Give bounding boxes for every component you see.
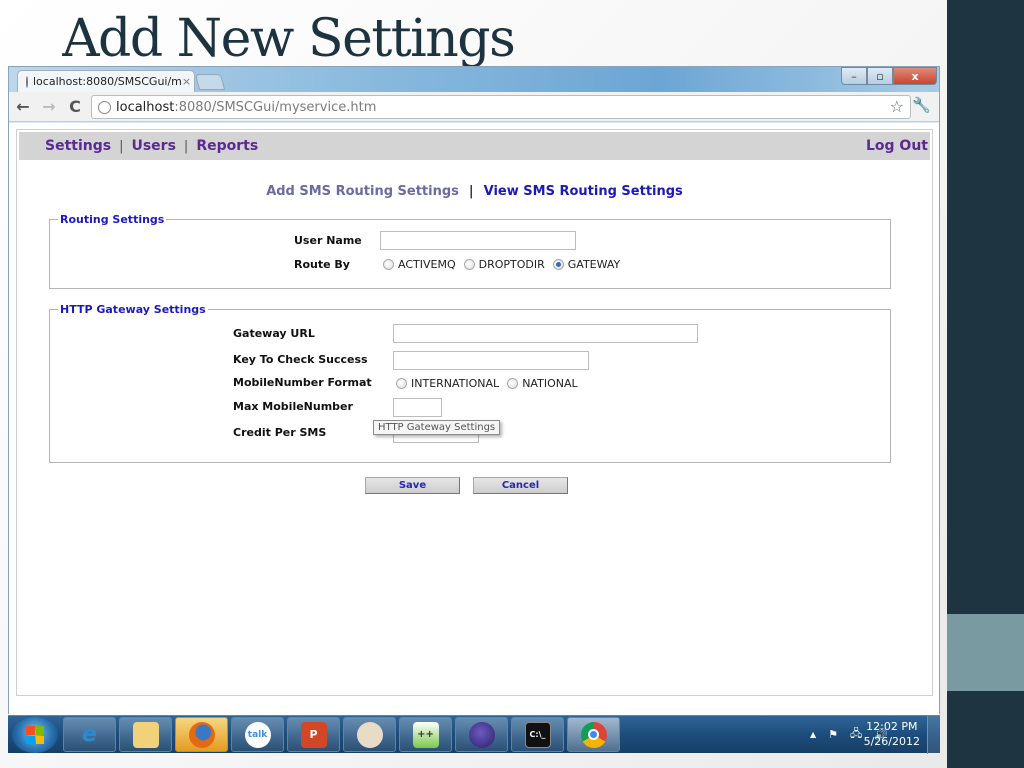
route-by-activemq[interactable]: ACTIVEMQ (383, 258, 456, 271)
tab-title: localhost:8080/SMSCGui/m (33, 75, 182, 88)
page-info-icon[interactable] (98, 100, 111, 114)
action-center-flag-icon[interactable]: ⚑ (828, 728, 838, 741)
maximize-button[interactable]: ▫ (867, 67, 893, 85)
taskbar-command-prompt[interactable]: C:\_ (511, 717, 564, 752)
notepad-plus-plus-icon: ++ (412, 721, 439, 748)
page-frame: Settings | Users | Reports Log Out Add S… (16, 129, 933, 696)
close-window-button[interactable]: x (893, 67, 937, 85)
menu-reports[interactable]: Reports (196, 138, 258, 154)
taskbar-google-talk[interactable]: talk (231, 717, 284, 752)
gateway-url-label: Gateway URL (233, 327, 315, 340)
user-name-input[interactable] (380, 231, 576, 250)
routing-settings-legend: Routing Settings (60, 213, 165, 226)
network-icon[interactable]: 🖧 (850, 725, 862, 744)
taskbar-chrome[interactable] (567, 717, 620, 752)
menu-separator: | (183, 138, 189, 154)
reload-button[interactable]: C (65, 97, 85, 116)
firefox-icon (188, 721, 215, 748)
cancel-button[interactable]: Cancel (473, 477, 568, 494)
subnav-separator: | (468, 184, 474, 199)
mobile-format-label: MobileNumber Format (233, 376, 372, 389)
route-by-radio-group: ACTIVEMQ DROPTODIR GATEWAY (383, 258, 628, 271)
chrome-icon (580, 721, 607, 748)
taskbar-paint[interactable] (343, 717, 396, 752)
credit-per-sms-label: Credit Per SMS (233, 426, 327, 439)
menu-users[interactable]: Users (131, 138, 175, 154)
paint-palette-icon (356, 721, 383, 748)
taskbar-powerpoint[interactable]: P (287, 717, 340, 752)
slide-title: Add New Settings (62, 9, 515, 69)
browser-tab[interactable]: localhost:8080/SMSCGui/m × (17, 70, 195, 92)
clock-time: 12:02 PM (866, 720, 918, 733)
sub-navigation: Add SMS Routing Settings | View SMS Routin… (17, 184, 932, 199)
gateway-url-input[interactable] (393, 324, 698, 343)
tab-close-icon[interactable]: × (182, 75, 191, 88)
browser-toolbar: ← → C localhost:8080/SMSCGui/myservice.h… (9, 92, 939, 122)
taskbar-internet-explorer[interactable]: e (63, 717, 116, 752)
format-international[interactable]: INTERNATIONAL (396, 377, 499, 390)
back-button[interactable]: ← (13, 97, 33, 116)
route-by-droptodir[interactable]: DROPTODIR (463, 258, 545, 271)
radio-button-checked[interactable] (552, 259, 564, 270)
menu-separator: | (119, 138, 124, 154)
url-path: :8080/SMSCGui/myservice.htm (174, 99, 377, 115)
forward-button[interactable]: → (39, 97, 59, 116)
view-routing-link[interactable]: View SMS Routing Settings (484, 184, 683, 199)
routing-settings-fieldset: Routing Settings (49, 213, 891, 289)
menu-settings[interactable]: Settings (45, 138, 111, 154)
start-button[interactable] (12, 717, 58, 753)
powerpoint-icon: P (300, 721, 327, 748)
radio-button[interactable] (507, 378, 519, 389)
talk-icon: talk (244, 721, 271, 748)
browser-window: localhost:8080/SMSCGui/m × – ▫ x ← → C l… (8, 66, 940, 715)
command-prompt-icon: C:\_ (524, 721, 551, 748)
tooltip: HTTP Gateway Settings (373, 420, 501, 435)
new-tab-button[interactable] (194, 74, 226, 90)
page-viewport: Settings | Users | Reports Log Out Add S… (9, 123, 939, 715)
tab-strip: localhost:8080/SMSCGui/m × – ▫ x (9, 67, 939, 92)
logout-link[interactable]: Log Out (866, 138, 928, 154)
taskbar-windows-explorer[interactable] (119, 717, 172, 752)
max-mobile-input[interactable] (393, 398, 442, 417)
slide-side-accent (947, 614, 1024, 691)
folder-icon (132, 721, 159, 748)
taskbar-firefox[interactable] (175, 717, 228, 752)
minimize-button[interactable]: – (841, 67, 867, 85)
key-check-input[interactable] (393, 351, 589, 370)
taskbar-notepad-plus-plus[interactable]: ++ (399, 717, 452, 752)
windows-logo-icon (26, 726, 44, 744)
key-check-label: Key To Check Success (233, 353, 368, 366)
bookmark-star-icon[interactable]: ☆ (890, 97, 904, 116)
route-by-label: Route By (294, 258, 350, 271)
save-button[interactable]: Save (365, 477, 460, 494)
taskbar-eclipse[interactable] (455, 717, 508, 752)
window-controls: – ▫ x (841, 67, 937, 85)
radio-button[interactable] (383, 259, 394, 270)
user-name-label: User Name (294, 234, 362, 247)
app-menu-bar: Settings | Users | Reports Log Out (19, 132, 930, 160)
http-gateway-legend: HTTP Gateway Settings (60, 303, 206, 316)
windows-taskbar: e talk P ++ C:\_ ▲ ⚑ 🖧 🔊 12:02 PM 5/26/2… (8, 715, 940, 754)
show-hidden-icons[interactable]: ▲ (810, 730, 816, 739)
clock-date: 5/26/2012 (863, 735, 920, 748)
show-desktop-button[interactable] (927, 716, 940, 754)
globe-icon (26, 75, 28, 88)
mobile-format-radio-group: INTERNATIONAL NATIONAL (396, 377, 586, 390)
max-mobile-label: Max MobileNumber (233, 400, 353, 413)
internet-explorer-icon: e (82, 722, 97, 747)
eclipse-icon (468, 721, 495, 748)
radio-button[interactable] (463, 259, 475, 270)
route-by-gateway[interactable]: GATEWAY (552, 258, 620, 271)
url-host: localhost (116, 99, 175, 115)
add-routing-link[interactable]: Add SMS Routing Settings (266, 184, 459, 199)
wrench-menu-icon[interactable]: 🔧 (912, 96, 931, 114)
system-clock[interactable]: 12:02 PM 5/26/2012 (864, 719, 920, 749)
radio-button[interactable] (396, 378, 407, 389)
format-national[interactable]: NATIONAL (507, 377, 578, 390)
address-bar[interactable]: localhost:8080/SMSCGui/myservice.htm ☆ (91, 95, 911, 119)
